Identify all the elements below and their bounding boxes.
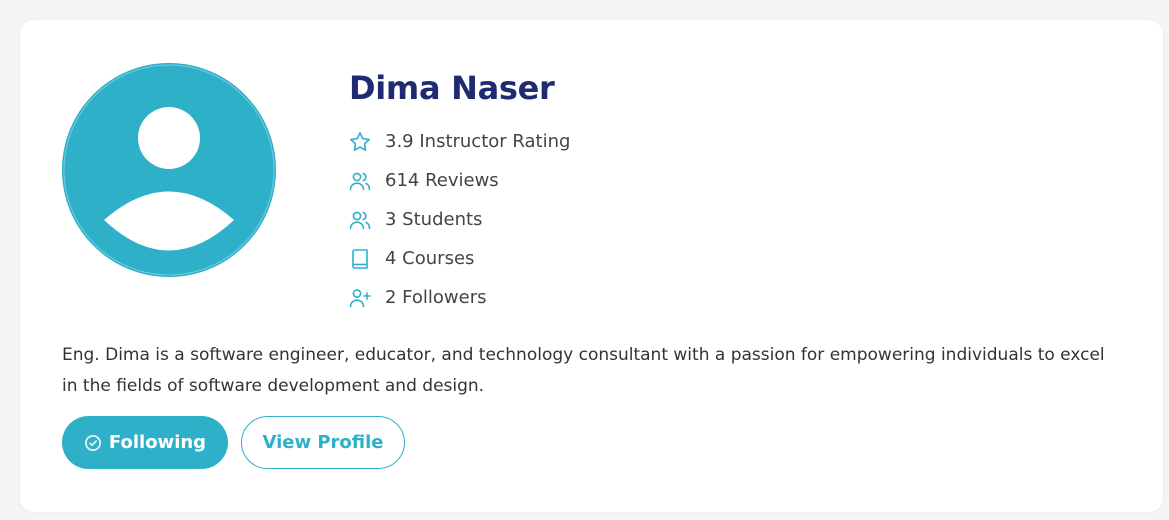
- users-icon: [348, 169, 372, 193]
- stat-rating-label: 3.9 Instructor Rating: [385, 131, 571, 152]
- stat-reviews: 614 Reviews: [348, 161, 570, 200]
- check-circle-icon: [84, 434, 102, 452]
- stat-followers-label: 2 Followers: [385, 287, 487, 308]
- card-actions: Following View Profile: [62, 416, 405, 469]
- user-plus-icon: [348, 286, 372, 310]
- instructor-card: Dima Naser 3.9 Instructor Rating 614 Rev…: [20, 20, 1163, 512]
- stat-students-label: 3 Students: [385, 209, 483, 230]
- view-profile-button[interactable]: View Profile: [241, 416, 405, 469]
- stat-courses: 4 Courses: [348, 239, 570, 278]
- user-avatar-icon: [62, 63, 276, 277]
- stat-followers: 2 Followers: [348, 278, 570, 317]
- instructor-stats: 3.9 Instructor Rating 614 Reviews 3 Stud…: [348, 122, 570, 317]
- avatar: [62, 63, 276, 277]
- star-icon: [348, 130, 372, 154]
- instructor-name: Dima Naser: [349, 69, 555, 107]
- users-icon: [348, 208, 372, 232]
- stat-reviews-label: 614 Reviews: [385, 170, 499, 191]
- stat-courses-label: 4 Courses: [385, 248, 475, 269]
- book-icon: [348, 247, 372, 271]
- following-button[interactable]: Following: [62, 416, 228, 469]
- stat-students: 3 Students: [348, 200, 570, 239]
- following-button-label: Following: [108, 432, 207, 453]
- stat-rating: 3.9 Instructor Rating: [348, 122, 570, 161]
- instructor-bio: Eng. Dima is a software engineer, educat…: [62, 345, 1105, 396]
